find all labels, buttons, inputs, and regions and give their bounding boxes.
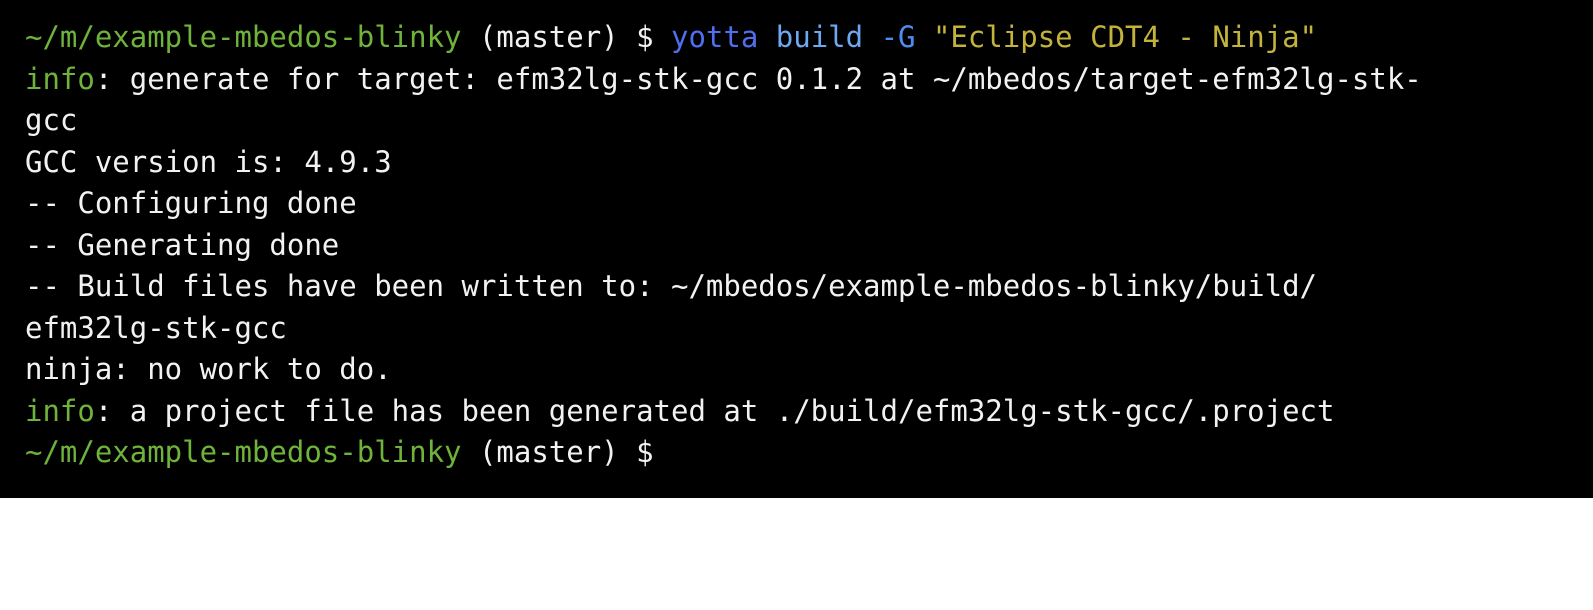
output-line: -- Build files have been written to: ~/m… <box>25 269 1318 303</box>
prompt-branch: (master) $ <box>461 20 672 54</box>
command-string-arg: "Eclipse CDT4 - Ninja" <box>932 20 1318 54</box>
info-label: info <box>25 61 95 96</box>
output-text: : generate for target: efm32lg-stk-gcc 0… <box>94 61 1422 96</box>
command-name: yotta <box>671 20 759 54</box>
output-line: GCC version is: 4.9.3 <box>25 144 392 179</box>
output-text: : a project file has been generated at .… <box>94 393 1335 428</box>
output-line-info: info: generate for target: efm32lg-stk-g… <box>25 59 1593 101</box>
output-line: ninja: no work to do. <box>25 352 392 386</box>
prompt-line[interactable]: ~/m/example-mbedos-blinky (master) $ <box>25 432 1593 474</box>
output-line: -- Generating done <box>25 227 340 262</box>
terminal-window[interactable]: ~/m/example-mbedos-blinky (master) $ yot… <box>0 0 1593 498</box>
output-line-info: info: a project file has been generated … <box>25 391 1593 433</box>
output-line: -- Configuring done <box>25 186 357 220</box>
prompt-path: ~/m/example-mbedos-blinky <box>25 20 462 54</box>
command-line: ~/m/example-mbedos-blinky (master) $ yot… <box>25 17 1593 59</box>
output-line: efm32lg-stk-gcc <box>25 310 287 345</box>
prompt-path: ~/m/example-mbedos-blinky <box>25 435 462 469</box>
command-subcommand: build <box>775 20 864 54</box>
command-flag: -G <box>880 20 916 54</box>
blank-area <box>0 498 1593 610</box>
info-label: info <box>25 393 95 428</box>
prompt-branch: (master) $ <box>461 435 654 469</box>
output-line: gcc <box>25 103 78 137</box>
